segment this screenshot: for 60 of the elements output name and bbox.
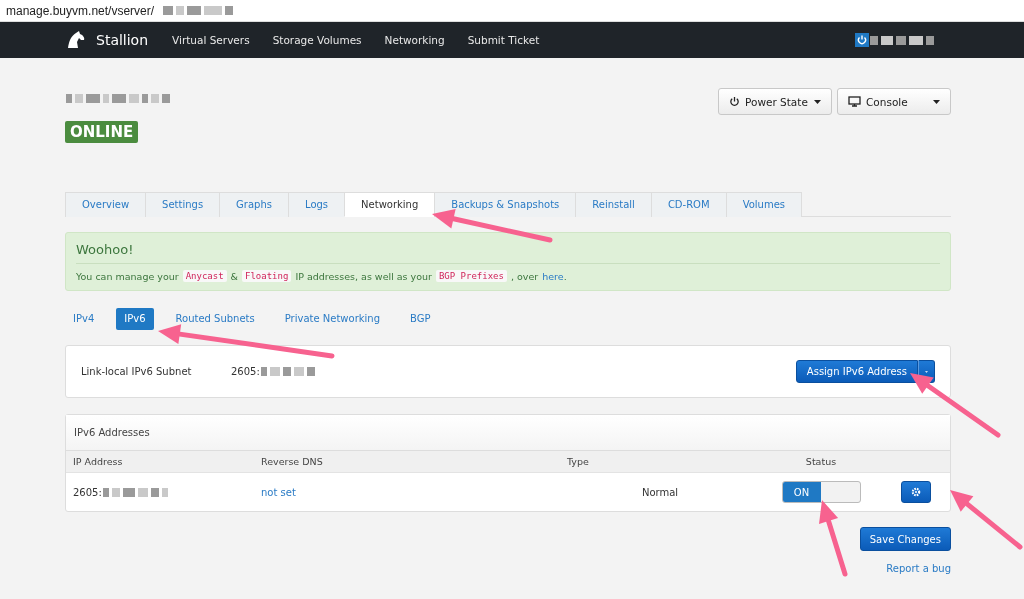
tab[interactable]: Overview: [65, 192, 146, 217]
column-header: Status: [760, 451, 882, 473]
blurred-text: [163, 6, 234, 15]
tab[interactable]: Networking: [344, 192, 435, 217]
gear-icon: [911, 487, 921, 497]
caret-icon: [814, 99, 821, 104]
assign-ipv6-button[interactable]: Assign IPv6 Address: [795, 360, 918, 383]
power-state-button[interactable]: Power State: [718, 88, 832, 115]
horse-logo-icon: [66, 31, 86, 49]
nav-link[interactable]: Networking: [384, 34, 445, 46]
alert-text: IP addresses, as well as your: [295, 270, 432, 282]
reverse-dns-link[interactable]: not set: [254, 478, 560, 506]
ip-address: 2605:: [73, 486, 102, 498]
panel-title: IPv6 Addresses: [66, 415, 950, 451]
nav-link[interactable]: Storage Volumes: [272, 34, 362, 46]
alert-title: Woohoo!: [76, 242, 940, 264]
caret-icon: [925, 369, 928, 374]
sub-tab[interactable]: IPv6: [116, 308, 154, 330]
here-link[interactable]: here: [542, 270, 564, 282]
code-term: Anycast: [182, 270, 227, 282]
blurred-text: [260, 367, 315, 376]
subnet-value: 2605:: [231, 366, 260, 377]
tab[interactable]: Backups & Snapshots: [434, 192, 576, 217]
column-header: Type: [560, 451, 760, 473]
nav-link[interactable]: Submit Ticket: [467, 34, 540, 46]
column-header: IP Address: [66, 451, 254, 473]
address-url[interactable]: manage.buyvm.net/vserver/: [6, 3, 155, 18]
sub-tab[interactable]: BGP: [402, 308, 439, 330]
sub-tab[interactable]: Private Networking: [276, 308, 388, 330]
code-term: BGP Prefixes: [435, 270, 507, 282]
online-status-badge: ONLINE: [65, 121, 139, 143]
subnet-label: Link-local IPv6 Subnet: [81, 366, 193, 377]
alert-text: You can manage your: [76, 270, 179, 282]
tab[interactable]: Settings: [145, 192, 220, 217]
user-power-icon[interactable]: [855, 33, 869, 47]
tab[interactable]: Graphs: [219, 192, 288, 217]
settings-button[interactable]: [901, 481, 931, 503]
caret-icon: [933, 99, 940, 104]
console-button[interactable]: Console: [837, 88, 951, 115]
sub-tab[interactable]: IPv4: [65, 308, 103, 330]
nav-link[interactable]: Virtual Servers: [172, 34, 250, 46]
monitor-icon: [848, 96, 861, 107]
save-changes-button[interactable]: Save Changes: [859, 527, 951, 551]
alert-text: , over: [510, 270, 539, 282]
alert-text: .: [563, 270, 567, 282]
blurred-text: [870, 35, 934, 45]
status-toggle[interactable]: ON: [781, 481, 861, 503]
blurred-text: [102, 487, 168, 497]
sub-tab[interactable]: Routed Subnets: [167, 308, 263, 330]
brand-name[interactable]: Stallion: [96, 32, 149, 48]
tab[interactable]: Logs: [288, 192, 345, 217]
code-term: Floating: [242, 270, 292, 282]
alert-text: &: [230, 270, 238, 282]
column-header: Reverse DNS: [254, 451, 560, 473]
tab[interactable]: CD-ROM: [650, 192, 726, 217]
report-bug-link[interactable]: Report a bug: [886, 563, 951, 574]
tab[interactable]: Reinstall: [575, 192, 651, 217]
table-cell-text: Normal: [640, 485, 680, 500]
power-icon: [729, 96, 740, 107]
tab[interactable]: Volumes: [725, 192, 803, 217]
